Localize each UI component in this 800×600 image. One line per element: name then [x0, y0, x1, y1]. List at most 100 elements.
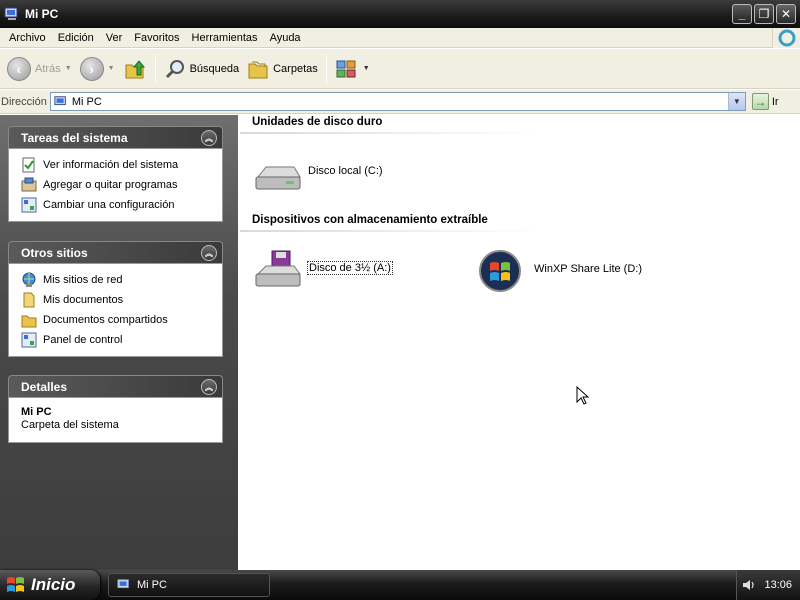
task-label: Cambiar una configuración: [43, 199, 175, 211]
my-computer-icon: [117, 579, 129, 589]
toolbar: ‹ Atrás ▼ › ▼ Búsqueda Carpetas ▼: [0, 49, 800, 89]
search-button[interactable]: Búsqueda: [160, 53, 244, 85]
task-change-setting[interactable]: Cambiar una configuración: [21, 195, 214, 215]
chevron-down-icon[interactable]: ▼: [65, 65, 72, 72]
up-folder-button[interactable]: [119, 53, 151, 85]
folders-button[interactable]: Carpetas: [243, 53, 322, 85]
drive-label: Disco de 3½ (A:): [307, 261, 393, 275]
menu-edicion[interactable]: Edición: [52, 32, 100, 44]
collapse-icon[interactable]: ︽: [201, 130, 217, 146]
place-control-panel[interactable]: Panel de control: [21, 330, 214, 350]
system-tray: 13:06: [736, 570, 800, 600]
hard-drive-icon: [255, 166, 301, 190]
other-places-body: Mis sitios de red Mis documentos Documen…: [8, 263, 223, 357]
forward-arrow-icon: ›: [79, 56, 104, 81]
control-panel-icon: [21, 197, 37, 213]
place-network[interactable]: Mis sitios de red: [21, 270, 214, 290]
menu-favoritos[interactable]: Favoritos: [128, 32, 185, 44]
task-add-remove-programs[interactable]: Agregar o quitar programas: [21, 175, 214, 195]
add-remove-programs-icon: [21, 177, 37, 192]
views-icon: [336, 60, 356, 77]
task-label: Agregar o quitar programas: [43, 179, 178, 191]
shared-documents-icon: [21, 315, 37, 328]
search-label: Búsqueda: [189, 62, 240, 75]
place-label: Panel de control: [43, 334, 123, 346]
drive-label: Disco local (C:): [308, 165, 383, 177]
place-label: Mis documentos: [43, 294, 124, 306]
details-body: Mi PC Carpeta del sistema: [8, 397, 223, 443]
task-view-system-info[interactable]: Ver información del sistema: [21, 155, 214, 175]
address-dropdown-button[interactable]: ▼: [727, 93, 745, 110]
windows-logo-icon: [7, 577, 24, 592]
windows-logo-disc-icon: [479, 250, 521, 292]
taskbar-window-button[interactable]: Mi PC: [108, 573, 270, 597]
menu-ayuda[interactable]: Ayuda: [264, 32, 307, 44]
forward-button[interactable]: › ▼: [76, 53, 119, 85]
clock[interactable]: 13:06: [764, 579, 792, 591]
other-places-title: Otros sitios: [21, 245, 88, 260]
place-my-documents[interactable]: Mis documentos: [21, 290, 214, 310]
menu-herramientas[interactable]: Herramientas: [186, 32, 264, 44]
back-button[interactable]: ‹ Atrás ▼: [3, 53, 76, 85]
volume-icon[interactable]: [742, 578, 756, 592]
menu-archivo[interactable]: Archivo: [3, 32, 52, 44]
start-label: Inicio: [31, 575, 76, 594]
hard-drives-header: Unidades de disco duro: [252, 116, 383, 128]
taskbar: Inicio Mi PC 13:06: [0, 570, 800, 600]
address-input[interactable]: Mi PC ▼: [49, 92, 746, 111]
folders-icon: [248, 61, 268, 78]
go-button[interactable]: → Ir: [751, 93, 779, 110]
folders-label: Carpetas: [273, 62, 318, 75]
chevron-down-icon[interactable]: ▼: [108, 65, 115, 72]
network-places-icon: [22, 272, 36, 287]
taskbar-window-label: Mi PC: [137, 579, 167, 591]
divider: [240, 230, 540, 232]
go-label: Ir: [771, 95, 779, 108]
drive-local-c[interactable]: Disco local (C:): [254, 159, 383, 195]
search-icon: [165, 59, 184, 78]
task-label: Ver información del sistema: [43, 159, 179, 171]
collapse-icon[interactable]: ︽: [201, 379, 217, 395]
control-panel-icon: [21, 332, 37, 348]
floppy-drive-icon: [255, 250, 301, 287]
menu-bar: Archivo Edición Ver Favoritos Herramient…: [0, 28, 800, 48]
system-tasks-header[interactable]: Tareas del sistema ︽: [8, 126, 223, 148]
minimize-button[interactable]: _: [732, 4, 752, 24]
menu-ver[interactable]: Ver: [100, 32, 129, 44]
collapse-icon[interactable]: ︽: [201, 245, 217, 261]
my-computer-icon: [54, 95, 66, 105]
address-label: Dirección: [1, 95, 47, 108]
go-arrow-icon: →: [751, 93, 769, 110]
drive-floppy-a[interactable]: Disco de 3½ (A:): [254, 250, 393, 290]
system-tasks-panel: Tareas del sistema ︽ Ver información del…: [8, 126, 223, 222]
close-button[interactable]: ✕: [776, 4, 796, 24]
place-label: Documentos compartidos: [43, 314, 168, 326]
windows-throbber-icon: [772, 28, 800, 48]
back-label: Atrás: [35, 62, 61, 75]
content-area[interactable]: Unidades de disco duro Disco local (C:) …: [238, 115, 800, 570]
drive-cd-d[interactable]: WinXP Share Lite (D:): [478, 249, 642, 293]
place-label: Mis sitios de red: [43, 274, 123, 286]
details-title: Detalles: [21, 379, 68, 394]
address-value: Mi PC: [71, 95, 102, 108]
up-folder-icon: [125, 59, 145, 78]
task-pane: Tareas del sistema ︽ Ver información del…: [0, 115, 238, 570]
drive-label: WinXP Share Lite (D:): [534, 263, 643, 275]
start-button[interactable]: Inicio: [0, 570, 100, 600]
other-places-header[interactable]: Otros sitios ︽: [8, 241, 223, 263]
removable-header: Dispositivos con almacenamiento extraíbl…: [252, 214, 488, 226]
title-bar[interactable]: Mi PC _ ❐ ✕: [0, 0, 800, 28]
details-header[interactable]: Detalles ︽: [8, 375, 223, 397]
views-button[interactable]: ▼: [331, 53, 374, 85]
my-documents-icon: [23, 292, 35, 308]
address-bar: Dirección Mi PC ▼ → Ir: [0, 90, 800, 114]
divider: [240, 132, 540, 134]
details-panel: Detalles ︽ Mi PC Carpeta del sistema: [8, 375, 223, 443]
details-description: Carpeta del sistema: [21, 419, 119, 431]
system-tasks-title: Tareas del sistema: [21, 130, 128, 145]
maximize-button[interactable]: ❐: [754, 4, 774, 24]
window-title: Mi PC: [25, 7, 59, 21]
place-shared-documents[interactable]: Documentos compartidos: [21, 310, 214, 330]
details-name: Mi PC: [21, 406, 52, 418]
mouse-cursor-icon: [576, 386, 590, 405]
